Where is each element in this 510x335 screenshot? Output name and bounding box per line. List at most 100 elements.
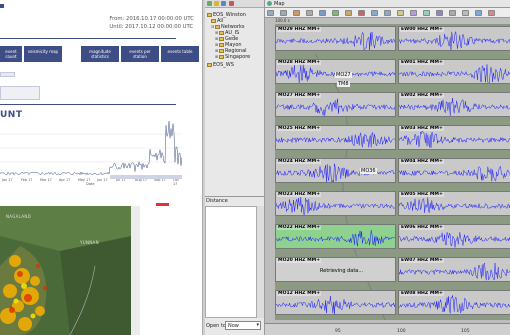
seismogram-trace[interactable]: EW00 HHZ MM+	[398, 26, 510, 51]
chart-x-tick: Oct 17	[173, 178, 179, 186]
zoom-out-icon[interactable]	[280, 10, 287, 16]
tab-events-per-station[interactable]: events per station	[121, 46, 159, 62]
map-station-marker[interactable]: TM8	[337, 81, 350, 87]
chart-x-tick: Jun 17	[97, 178, 108, 182]
tab-events-table[interactable]: events table	[161, 46, 199, 62]
trace-label: MO22 HHZ MM+	[277, 225, 322, 230]
trace-label: EW03 HHZ MM+	[400, 126, 444, 131]
folder-icon[interactable]	[214, 1, 219, 6]
time-axis: 95 100 105	[265, 323, 510, 335]
seismogram-trace[interactable]: EW01 HHZ MM+	[398, 59, 510, 84]
section-title: UNT	[0, 110, 23, 120]
help-icon[interactable]	[475, 10, 482, 16]
trace-label: EW00 HHZ MM+	[400, 27, 444, 32]
chart-x-tick: Mar 17	[40, 178, 52, 182]
section-divider	[0, 104, 176, 105]
trace-label: MO28 HHZ MM+	[277, 60, 322, 65]
remove-icon[interactable]	[229, 1, 234, 6]
folder-icon	[219, 36, 224, 41]
pause-icon[interactable]	[345, 10, 352, 16]
trace-label: MO25 HHZ MM+	[277, 126, 322, 131]
folder-icon	[219, 30, 224, 35]
trace-label: EW04 HHZ MM+	[400, 159, 444, 164]
date-range: From: 2016.10.17 00:00:00 UTC Until: 201…	[109, 15, 194, 31]
seismogram-trace[interactable]: MO22 HHZ MM+	[275, 224, 396, 249]
settings-icon[interactable]	[462, 10, 469, 16]
time-axis-tick: 100	[397, 329, 406, 334]
viewer-toolbar	[265, 8, 510, 18]
chart-x-tick: Apr 17	[59, 178, 71, 182]
chart-x-label: Date	[86, 182, 95, 186]
trace-label: MO29 HHZ MM+	[277, 27, 322, 32]
seismogram-trace[interactable]: EW04 HHZ MM+	[398, 158, 510, 183]
station-tree-panel: EOS_Winston All ⊟ Networks ⊞ AU_IS ⊞ Gede ⊞…	[205, 0, 265, 335]
map-canvas	[0, 206, 131, 335]
trace-label: EW02 HHZ MM+	[400, 93, 444, 98]
seismogram-trace[interactable]: MO12 HHZ MM+	[275, 290, 396, 315]
trace-label: EW06 HHZ MM+	[400, 225, 444, 230]
close-icon[interactable]	[488, 10, 495, 16]
tree-item-singapore[interactable]: ⊞ Singapore	[215, 54, 250, 60]
seismogram-trace[interactable]: MO25 HHZ MM+	[275, 125, 396, 150]
folder-icon	[211, 18, 216, 23]
header-divider	[0, 38, 176, 39]
seismogram-trace[interactable]: EW03 HHZ MM+	[398, 125, 510, 150]
map-side-bar	[131, 206, 140, 335]
tree-toolbar	[205, 0, 264, 8]
viewer-title-bar: Map	[265, 0, 510, 8]
stop-icon[interactable]	[358, 10, 365, 16]
tab-magnitude-statistics[interactable]: magnitude statistics	[81, 46, 119, 62]
zoom-in-icon[interactable]	[267, 10, 274, 16]
stat-box	[0, 72, 15, 77]
distance-scrollbar[interactable]	[256, 206, 264, 318]
map-legend-marker	[156, 203, 169, 206]
seismogram-trace[interactable]: MO24 HHZ MM+	[275, 158, 396, 183]
add-icon[interactable]	[207, 1, 212, 6]
seismogram-trace[interactable]: EW07 HHZ MM+	[398, 257, 510, 282]
scale-icon[interactable]	[397, 10, 404, 16]
filter-icon[interactable]	[319, 10, 326, 16]
trace-label: EW01 HHZ MM+	[400, 60, 444, 65]
seismogram-trace[interactable]: MO29 HHZ MM+	[275, 26, 396, 51]
seismogram-trace[interactable]: MO20 HHZ MM+ Retrieving data...	[275, 257, 396, 282]
map-label-yunnan: YUNNAN	[80, 240, 99, 245]
back-icon[interactable]	[371, 10, 378, 16]
time-scale-label: 100.0 s	[275, 18, 290, 23]
save-icon[interactable]	[436, 10, 443, 16]
map-station-marker[interactable]: MO36	[360, 168, 377, 174]
range-selector[interactable]	[110, 175, 182, 179]
map-label-nagaland: NAGALAND	[6, 214, 32, 219]
folder-icon	[215, 24, 220, 29]
table-icon[interactable]	[423, 10, 430, 16]
sort-icon[interactable]	[410, 10, 417, 16]
tab-seismicity-map[interactable]: seismicity map	[24, 46, 62, 62]
seismogram-trace[interactable]: EW06 HHZ MM+	[398, 224, 510, 249]
tree-second-root[interactable]: EOS_WS	[207, 62, 234, 68]
map-station-marker[interactable]: MO27	[335, 72, 352, 78]
seismogram-trace[interactable]: MO23 HHZ MM+	[275, 191, 396, 216]
forward-icon[interactable]	[384, 10, 391, 16]
seismogram-viewer: Map 100.0 s MO29 HHZ MM+ MO28 HHZ MM+ MO27…	[265, 0, 510, 335]
open-to-select[interactable]: Now ▾	[225, 321, 261, 330]
chevron-down-icon: ▾	[256, 322, 259, 328]
refresh-icon[interactable]	[221, 1, 226, 6]
print-icon[interactable]	[449, 10, 456, 16]
folder-icon	[219, 48, 224, 53]
seismogram-trace[interactable]: EW08 HHZ MM+	[398, 290, 510, 315]
tab-event-count[interactable]: event count	[0, 46, 22, 62]
folder-icon	[219, 54, 224, 59]
event-count-chart	[0, 120, 182, 176]
seismogram-trace[interactable]: EW05 HHZ MM+	[398, 191, 510, 216]
seismicity-map[interactable]: NAGALAND YUNNAN	[0, 206, 131, 335]
trace-label: EW05 HHZ MM+	[400, 192, 444, 197]
map-tab[interactable]: Map	[274, 1, 285, 7]
seismogram-trace[interactable]: MO27 HHZ MM+	[275, 92, 396, 117]
until-date: Until: 2017.10.12 00:00:00 UTC	[109, 24, 194, 30]
select-icon[interactable]	[306, 10, 313, 16]
trace-label: EW08 HHZ MM+	[400, 291, 444, 296]
play-icon[interactable]	[332, 10, 339, 16]
time-axis-tick: 105	[461, 329, 470, 334]
seismogram-trace[interactable]: EW02 HHZ MM+	[398, 92, 510, 117]
pan-icon[interactable]	[293, 10, 300, 16]
chart-x-tick: Feb 17	[21, 178, 33, 182]
